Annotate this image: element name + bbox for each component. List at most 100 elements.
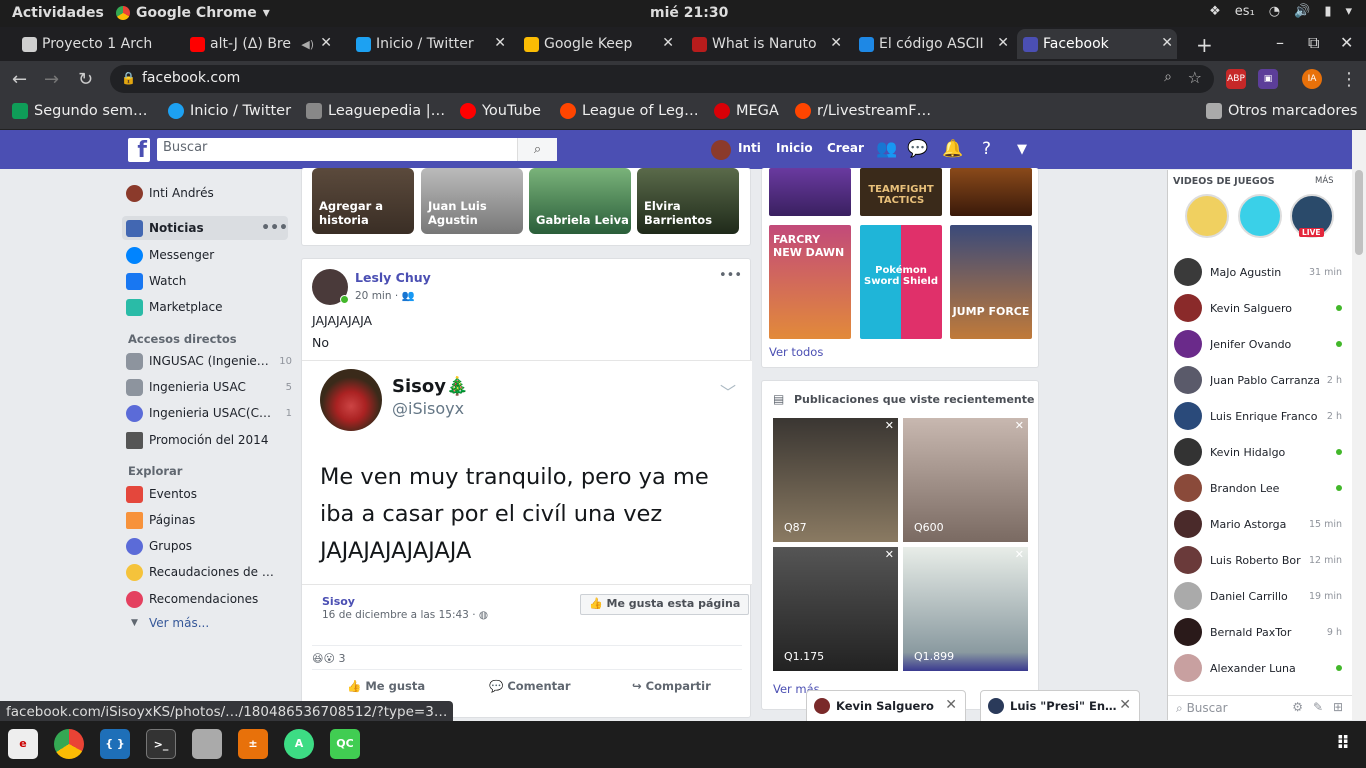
game-tile[interactable]: FARCRY NEW DAWN: [769, 225, 851, 339]
messenger-icon[interactable]: 💬: [907, 139, 928, 159]
bookmark-star-icon[interactable]: ☆: [1188, 68, 1202, 87]
forward-button[interactable]: →: [44, 69, 59, 90]
like-page-button[interactable]: 👍 Me gusta esta página: [580, 594, 750, 615]
bookmark-3[interactable]: YouTube: [460, 103, 541, 119]
chat-contact[interactable]: MaJo Agustin 31 min: [1174, 257, 1342, 287]
sidebar-item-marketplace[interactable]: Marketplace: [126, 295, 292, 319]
chat-contact[interactable]: Mario Astorga 15 min: [1174, 509, 1342, 539]
post-author[interactable]: Lesly Chuy: [355, 270, 431, 285]
app-menu[interactable]: Google Chrome ▾: [116, 5, 270, 21]
help-icon[interactable]: ?: [982, 139, 991, 159]
tab-4[interactable]: What is Naruto ✕: [686, 29, 846, 59]
story-card[interactable]: Gabriela Leiva: [529, 168, 631, 234]
close-icon[interactable]: ✕: [1119, 697, 1131, 713]
tab-close-icon[interactable]: ✕: [494, 35, 506, 51]
share-button[interactable]: ↪ Compartir: [632, 679, 711, 693]
close-window-button[interactable]: ✕: [1340, 33, 1353, 52]
tab-close-icon[interactable]: ✕: [320, 35, 332, 51]
back-button[interactable]: ←: [12, 69, 27, 90]
reactions-bar[interactable]: 😆😮 3: [312, 645, 742, 669]
new-tab-button[interactable]: +: [1196, 33, 1213, 57]
menu-icon[interactable]: ⋮: [1340, 69, 1358, 90]
sidebar-item-messenger[interactable]: Messenger: [126, 243, 292, 267]
user-avatar[interactable]: [711, 140, 731, 160]
fb-search-input[interactable]: Buscar ⌕: [157, 138, 557, 161]
tab-close-icon[interactable]: ✕: [662, 35, 674, 51]
story-card[interactable]: Elvira Barrientos: [637, 168, 739, 234]
profile-link[interactable]: Inti Andrés: [126, 181, 292, 205]
chat-search[interactable]: ⌕ Buscar ⚙ ✎ ⊞: [1168, 695, 1353, 720]
story-card[interactable]: Juan Luis Agustin: [421, 168, 523, 234]
chat-contact[interactable]: Kevin Salguero: [1174, 293, 1342, 323]
bookmark-2[interactable]: Leaguepedia |…: [306, 103, 445, 119]
tab-close-icon[interactable]: ✕: [1161, 35, 1173, 51]
zoom-icon[interactable]: ⌕: [1164, 69, 1172, 85]
streamer-avatar[interactable]: [1238, 194, 1282, 238]
android-studio-icon[interactable]: A: [284, 729, 314, 759]
bookmark-1[interactable]: Inicio / Twitter: [168, 103, 291, 119]
profile-avatar[interactable]: IA: [1302, 69, 1322, 89]
chat-contact[interactable]: Kevin Hidalgo: [1174, 437, 1342, 467]
files-icon[interactable]: [192, 729, 222, 759]
bookmark-5[interactable]: MEGA: [714, 103, 779, 119]
minimize-button[interactable]: –: [1276, 33, 1284, 52]
calculator-icon[interactable]: ±: [238, 729, 268, 759]
bookmark-6[interactable]: r/LivestreamF…: [795, 103, 931, 119]
other-bookmarks[interactable]: Otros marcadores: [1206, 103, 1357, 119]
more-options-icon[interactable]: •••: [261, 220, 288, 236]
terminal-icon[interactable]: >_: [146, 729, 176, 759]
comment-button[interactable]: 💬 Comentar: [489, 679, 571, 693]
story-card[interactable]: Agregar a historia: [312, 168, 414, 234]
marketplace-item[interactable]: ✕ Q87: [773, 418, 898, 542]
shared-page-name[interactable]: Sisoy: [322, 595, 355, 608]
like-button[interactable]: 👍 Me gusta: [347, 679, 425, 693]
chat-tab[interactable]: Luis "Presi" En… ✕: [980, 690, 1140, 722]
tab-3[interactable]: Google Keep ✕: [518, 29, 678, 59]
sidebar-item-watch[interactable]: Watch: [126, 269, 292, 293]
profile-link[interactable]: Inti: [738, 141, 761, 155]
search-icon[interactable]: ⌕: [517, 138, 557, 161]
tab-facebook[interactable]: Facebook ✕: [1017, 29, 1177, 59]
friend-requests-icon[interactable]: 👥: [876, 139, 897, 159]
game-tile[interactable]: TEAMFIGHT TACTICS: [860, 168, 942, 216]
tab-close-icon[interactable]: ✕: [830, 35, 842, 51]
chrome-icon[interactable]: [54, 729, 84, 759]
reload-button[interactable]: ↻: [78, 69, 93, 90]
sidebar-item-news-feed[interactable]: Noticias •••: [122, 216, 288, 240]
chat-contact[interactable]: Jenifer Ovando: [1174, 329, 1342, 359]
chevron-down-icon[interactable]: ▼: [1017, 142, 1027, 157]
post-options-icon[interactable]: •••: [719, 268, 742, 283]
bookmark-0[interactable]: Segundo sem…: [12, 103, 148, 119]
sidebar-item-events[interactable]: Eventos: [126, 482, 292, 506]
streamer-avatar[interactable]: [1185, 194, 1229, 238]
show-apps-icon[interactable]: ⠿: [1328, 729, 1358, 759]
more-link[interactable]: MÁS: [1315, 176, 1334, 186]
tab-0[interactable]: Proyecto 1 Arch: [16, 29, 176, 59]
close-icon[interactable]: ✕: [885, 548, 894, 561]
chat-contact[interactable]: Brandon Lee: [1174, 473, 1342, 503]
see-all-link[interactable]: Ver todos: [769, 345, 823, 359]
vscode-icon[interactable]: { }: [100, 729, 130, 759]
activities-button[interactable]: Actividades: [12, 5, 104, 21]
new-group-icon[interactable]: ⊞: [1333, 700, 1343, 714]
sidebar-item-groups[interactable]: Grupos: [126, 534, 292, 558]
close-icon[interactable]: ✕: [1015, 548, 1024, 561]
close-icon[interactable]: ✕: [885, 419, 894, 432]
speaker-icon[interactable]: ◀): [301, 38, 314, 51]
marketplace-item[interactable]: ✕ Q1.175: [773, 547, 898, 671]
chat-contact[interactable]: Luis Roberto Boror 12 min: [1174, 545, 1342, 575]
close-icon[interactable]: ✕: [945, 697, 957, 713]
system-tray[interactable]: ❖ es₁ ◔ 🔊 ▮ ▾: [1209, 4, 1352, 19]
compose-icon[interactable]: ✎: [1313, 700, 1323, 714]
facebook-logo[interactable]: f: [128, 138, 150, 163]
notifications-icon[interactable]: 🔔: [942, 139, 963, 159]
game-tile[interactable]: [950, 168, 1032, 216]
post-image[interactable]: Sisoy🎄 @iSisoyx ﹀ Me ven muy tranquilo, …: [302, 360, 752, 585]
app-launcher-icon[interactable]: e: [8, 729, 38, 759]
home-link[interactable]: Inicio: [776, 141, 813, 155]
sidebar-item-fundraisers[interactable]: Recaudaciones de …: [126, 560, 292, 584]
shortcut-item[interactable]: INGUSAC (Ingenie… 10: [126, 349, 292, 373]
shortcut-item[interactable]: Promoción del 2014: [126, 428, 292, 452]
address-bar[interactable]: 🔒 facebook.com ⌕ ☆: [110, 65, 1214, 93]
page-scrollbar[interactable]: [1352, 130, 1366, 720]
